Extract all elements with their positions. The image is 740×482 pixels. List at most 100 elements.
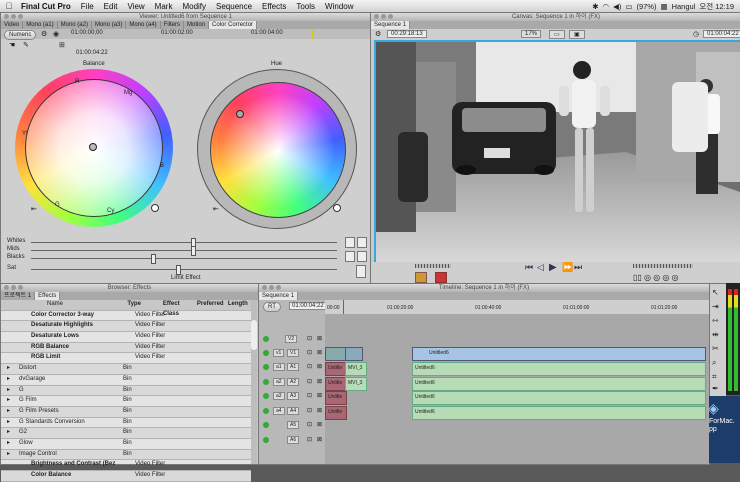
auto-contrast-button[interactable] (357, 237, 367, 248)
audio-clip-title[interactable]: Untitle (325, 376, 347, 391)
list-item[interactable]: RGB Balance Video Filter (1, 342, 251, 354)
list-item[interactable]: ▸ G Film Presets Bin (1, 406, 251, 418)
list-item[interactable]: RGB Limit Video Filter (1, 353, 251, 365)
minimize-button[interactable] (11, 285, 16, 290)
audio-clip-title[interactable]: Untitle (325, 405, 347, 420)
source-audio[interactable]: a3 (273, 392, 285, 400)
zoom-button[interactable] (276, 285, 281, 290)
desktop-label-2[interactable]: pp (709, 426, 717, 433)
video-clip-untitled6[interactable]: Untitled6 (412, 347, 706, 361)
track-label-audio[interactable]: A3 (287, 392, 300, 400)
gear-icon[interactable]: ⚙ (41, 30, 47, 38)
volume-icon[interactable]: ◀) (613, 2, 621, 11)
pen-tool-icon[interactable]: ✒ (712, 384, 719, 393)
time-ruler[interactable]: 00:00 01:00:20:00 01:00:40:00 01:01:00:0… (325, 300, 709, 464)
track-label-v2[interactable]: V2 (285, 335, 298, 343)
auto-black-button[interactable] (345, 251, 355, 262)
video-frame[interactable] (374, 40, 740, 265)
disclosure-icon[interactable]: ▸ (7, 418, 10, 428)
link-icon[interactable]: ⊠ (317, 335, 322, 342)
slip-tool-icon[interactable]: ⇹ (712, 330, 719, 339)
ripple-tool-icon[interactable]: ⇿ (712, 316, 719, 325)
hue-reset-icon[interactable]: ⇤ (213, 205, 219, 213)
mark-in-button[interactable] (415, 272, 427, 283)
list-item[interactable]: ▸ G Standards Conversion Bin (1, 418, 251, 429)
menu-edit[interactable]: Edit (99, 2, 123, 11)
lock-icon[interactable]: ⊡ (307, 335, 312, 342)
tab-mono-a4[interactable]: Mono (a4) (126, 21, 161, 29)
menu-file[interactable]: File (76, 2, 99, 11)
audio-clip-untitled6[interactable]: Untitled6 (412, 362, 706, 376)
link-icon[interactable]: ⊠ (317, 392, 322, 399)
track-label-audio[interactable]: A5 (287, 421, 300, 429)
edit-icon[interactable]: ⊞ (59, 41, 65, 49)
limit-effect-label[interactable]: Limit Effect (171, 275, 201, 281)
track-enable-audio[interactable] (263, 407, 269, 414)
minimize-button[interactable] (269, 285, 274, 290)
lock-icon[interactable]: ⊡ (307, 363, 312, 370)
tab-mono-a2[interactable]: Mono (a2) (58, 21, 92, 29)
menu-mark[interactable]: Mark (150, 2, 178, 11)
flag-icon[interactable]: ▦ (660, 2, 667, 11)
rt-button[interactable]: RT (263, 302, 281, 312)
auto-white-button[interactable] (345, 237, 355, 248)
sat-knob[interactable] (175, 265, 181, 275)
source-audio[interactable]: a2 (273, 377, 285, 386)
tab-video[interactable]: Video (1, 21, 24, 29)
menu-window[interactable]: Window (320, 2, 358, 11)
disclosure-icon[interactable]: ▸ (7, 375, 10, 385)
balance-reset-icon[interactable]: ⇤ (31, 205, 37, 213)
tab-color-corrector[interactable]: Color Corrector (209, 21, 258, 29)
audio-clip-title[interactable]: Untitle (325, 362, 347, 376)
video-clip-1[interactable] (325, 347, 347, 361)
hue-reset-button[interactable] (333, 204, 341, 212)
overlay-popup[interactable]: ▣ (569, 30, 585, 39)
bluetooth-icon[interactable]: ✱ (592, 2, 598, 11)
audio-clip-untitled6[interactable]: Untitled6 (412, 376, 706, 391)
source-v1[interactable]: v1 (273, 349, 285, 357)
minimize-button[interactable] (381, 14, 386, 19)
link-icon[interactable]: ⊠ (317, 407, 322, 414)
lock-icon[interactable]: ⊡ (307, 436, 312, 443)
canvas-timecode-left[interactable]: 00:29:18:13 (387, 30, 427, 38)
shuttle-slider[interactable] (415, 264, 451, 268)
zoom-button[interactable] (18, 285, 23, 290)
disclosure-icon[interactable]: ▸ (7, 428, 10, 438)
list-item[interactable]: Brightness and Contrast (Bez Video Filter (1, 460, 251, 471)
track-enable-audio[interactable] (263, 422, 269, 428)
play-around-button[interactable]: ⏩ (562, 262, 573, 273)
source-audio[interactable]: a4 (273, 406, 285, 415)
menu-modify[interactable]: Modify (177, 2, 211, 11)
canvas-timecode-right[interactable]: 01:00:04:22 (703, 30, 740, 38)
link-icon[interactable]: ⊠ (317, 378, 322, 385)
balance-indicator[interactable] (89, 143, 97, 151)
battery-icon[interactable]: ▭ (625, 2, 632, 11)
track-select-tool-icon[interactable]: ⇥ (712, 302, 719, 311)
lock-icon[interactable]: ⊡ (307, 349, 312, 356)
key-button[interactable] (356, 265, 366, 278)
play-in-out-button[interactable]: ◁ (537, 262, 544, 273)
match-frame-icon[interactable]: ▯▯ ◎ ◎ ◎ ◎ (633, 273, 679, 282)
blacks-knob[interactable] (151, 254, 157, 264)
video-clip-2[interactable] (345, 347, 363, 361)
col-effect-class[interactable]: Effect Class (163, 300, 197, 317)
link-icon[interactable]: ⊠ (317, 349, 322, 356)
playhead[interactable] (312, 29, 314, 39)
clock[interactable]: 오전 12:19 (699, 1, 734, 12)
lock-icon[interactable]: ⊡ (307, 421, 312, 428)
close-button[interactable] (4, 285, 9, 290)
list-item[interactable]: ▸ Distort Bin (1, 364, 251, 375)
menu-effects[interactable]: Effects (257, 2, 291, 11)
track-label-audio[interactable]: A4 (287, 406, 300, 415)
mark-out-button[interactable] (435, 272, 447, 283)
disclosure-icon[interactable]: ▸ (7, 364, 10, 374)
menu-app[interactable]: Final Cut Pro (16, 2, 76, 11)
list-item[interactable]: ▸ G Film Bin (1, 396, 251, 407)
blacks-slider[interactable]: Blacks (5, 254, 341, 264)
whites-slider[interactable]: Whites (5, 238, 341, 248)
close-button[interactable] (374, 14, 379, 19)
list-item[interactable]: ▸ Image Control Bin (1, 449, 251, 461)
zoom-button[interactable] (18, 14, 23, 19)
audio-clip-untitled6[interactable]: Untitled6 (412, 391, 706, 405)
lock-icon[interactable]: ⊡ (307, 407, 312, 414)
